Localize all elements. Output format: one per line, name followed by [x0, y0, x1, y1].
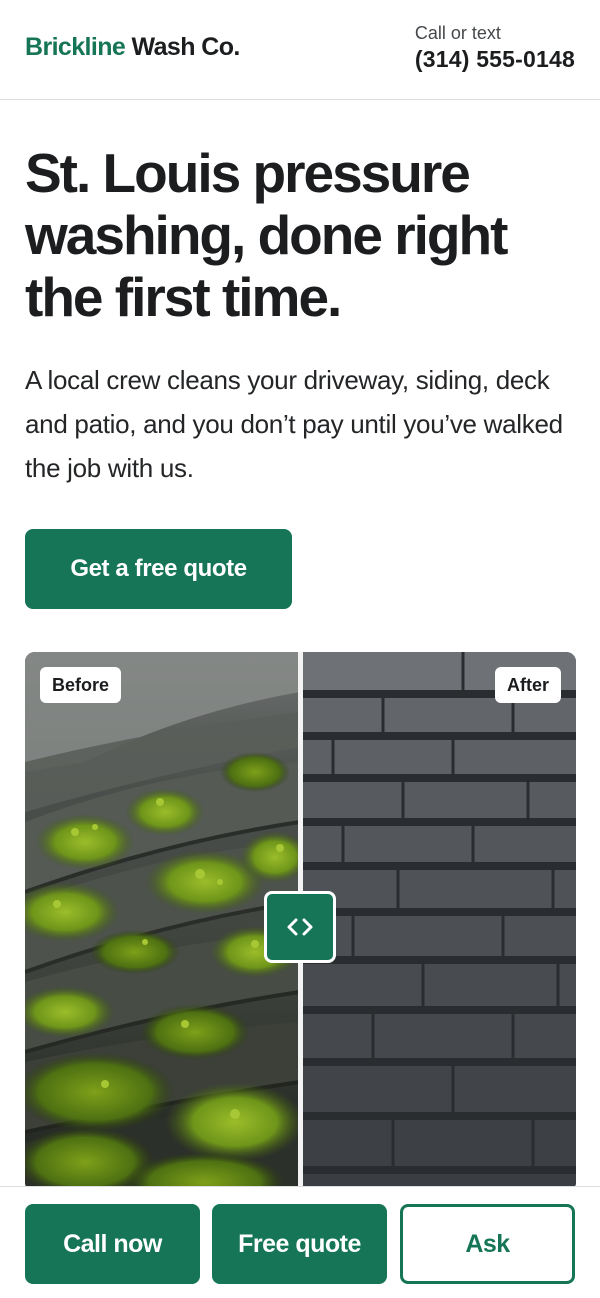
logo-rest-text: Wash Co. — [125, 33, 241, 61]
phone-link[interactable]: (314) 555-0148 — [415, 44, 575, 74]
page-title: St. Louis pressure washing, done right t… — [25, 142, 508, 328]
before-after-slider[interactable]: Before After — [25, 652, 576, 1192]
chevrons-left-right-icon — [287, 918, 313, 936]
after-label: After — [494, 667, 561, 703]
call-label: Call or text — [414, 23, 501, 43]
ask-button[interactable]: Ask — [400, 1204, 575, 1284]
before-label: Before — [40, 667, 122, 703]
before-image — [25, 652, 300, 1192]
logo[interactable]: Brickline Wash Co. — [25, 33, 240, 62]
bottom-action-bar: Call now Free quote Ask — [0, 1186, 600, 1298]
site-header: Brickline Wash Co. Call or text (314) 55… — [0, 0, 600, 100]
after-image — [303, 652, 576, 1192]
call-now-button[interactable]: Call now — [25, 1204, 200, 1284]
call-block: Call or text (314) 555-0148 — [415, 22, 575, 74]
free-quote-button[interactable]: Free quote — [212, 1204, 387, 1284]
logo-brand-text: Brickline — [25, 33, 126, 61]
get-free-quote-button[interactable]: Get a free quote — [25, 529, 292, 609]
slider-handle[interactable] — [264, 891, 336, 963]
hero-description: A local crew cleans your driveway, sidin… — [25, 365, 563, 483]
